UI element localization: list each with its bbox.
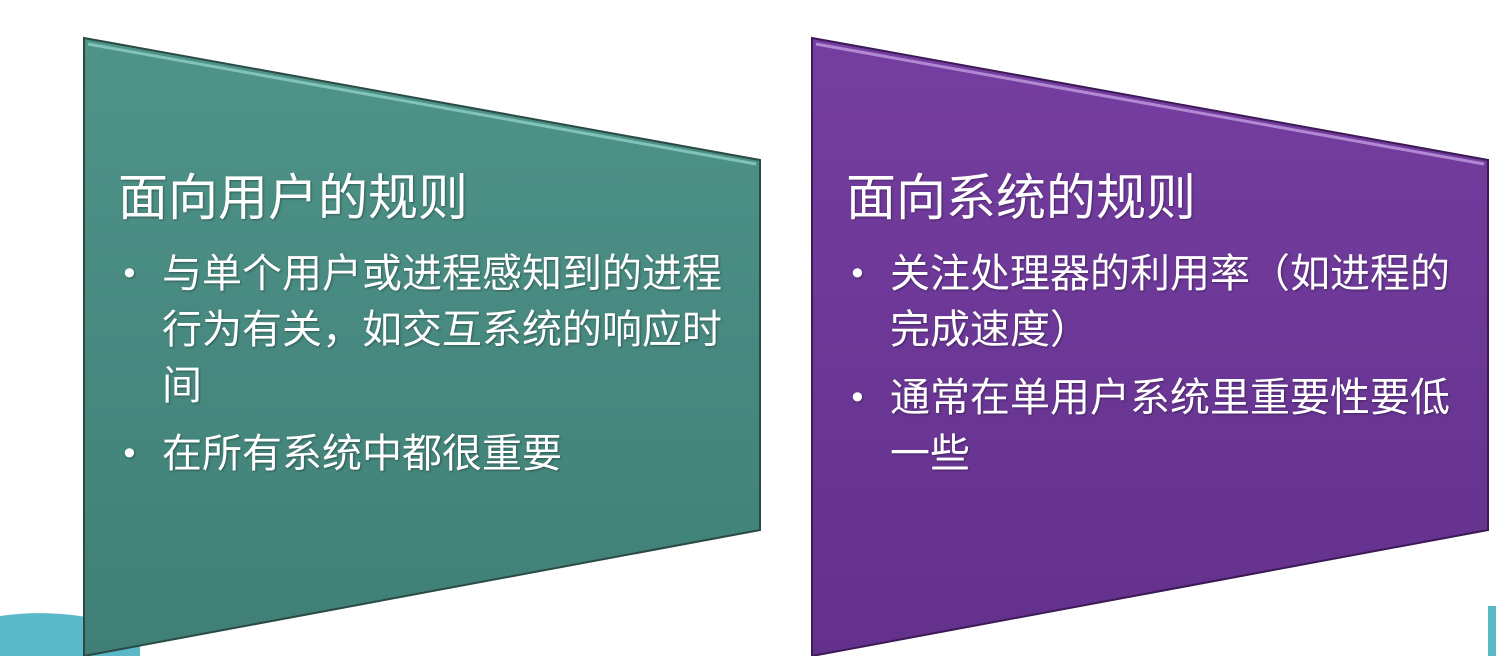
bullet-text: 通常在单用户系统里重要性要低一些 — [890, 375, 1450, 477]
bullet-text: 关注处理器的利用率（如进程的完成速度） — [890, 251, 1450, 353]
bullet-icon: • — [848, 255, 867, 293]
panel-right-bullets: • 关注处理器的利用率（如进程的完成速度） • 通常在单用户系统里重要性要低一些 — [846, 246, 1466, 482]
panel-left-bullets: • 与单个用户或进程感知到的进程行为有关，如交互系统的响应时间 • 在所有系统中… — [118, 246, 738, 482]
bullet-icon: • — [120, 255, 139, 293]
bullet-text: 与单个用户或进程感知到的进程行为有关，如交互系统的响应时间 — [162, 251, 722, 409]
slide: 面向用户的规则 • 与单个用户或进程感知到的进程行为有关，如交互系统的响应时间 … — [0, 0, 1496, 656]
panel-right-title: 面向系统的规则 — [846, 169, 1196, 227]
panel-right-bullet-2: • 通常在单用户系统里重要性要低一些 — [846, 370, 1466, 482]
panel-right: 面向系统的规则 • 关注处理器的利用率（如进程的完成速度） • 通常在单用户系统… — [846, 168, 1466, 494]
bullet-icon: • — [848, 379, 867, 417]
panel-left-bullet-2: • 在所有系统中都很重要 — [118, 426, 738, 482]
panel-left-bullet-1: • 与单个用户或进程感知到的进程行为有关，如交互系统的响应时间 — [118, 246, 738, 414]
panel-left: 面向用户的规则 • 与单个用户或进程感知到的进程行为有关，如交互系统的响应时间 … — [118, 168, 738, 494]
panel-right-bullet-1: • 关注处理器的利用率（如进程的完成速度） — [846, 246, 1466, 358]
bullet-icon: • — [120, 435, 139, 473]
panel-left-title: 面向用户的规则 — [118, 169, 468, 227]
bullet-text: 在所有系统中都很重要 — [162, 431, 562, 477]
